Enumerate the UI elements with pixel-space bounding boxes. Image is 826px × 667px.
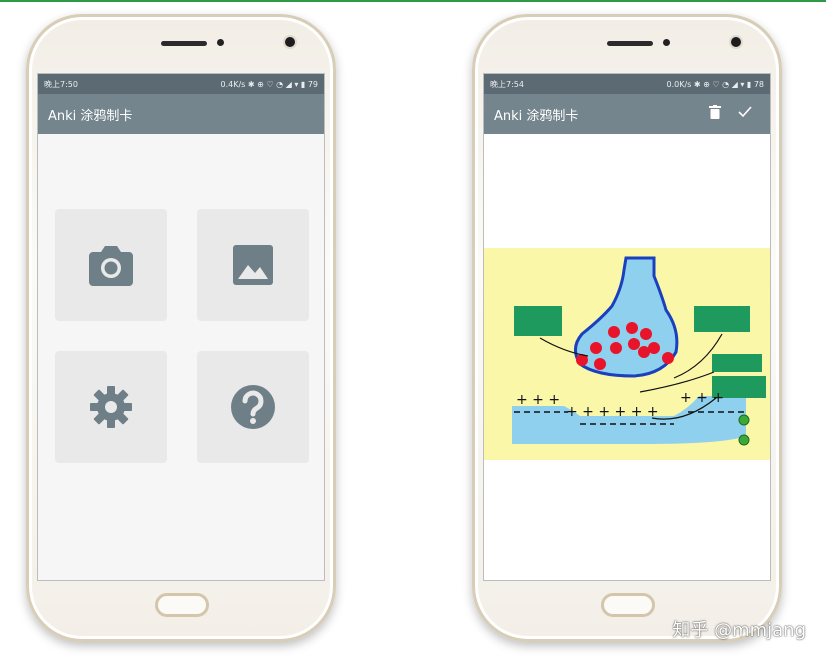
- right-phone: 晚上7:54 0.0K/s ✱ ⊕ ♡ ◔ ◢ ▾ ▮ 78 Anki 涂鸦制卡: [472, 14, 782, 642]
- app-title: Anki 涂鸦制卡: [48, 108, 133, 124]
- speaker-grille: [607, 41, 653, 46]
- image-icon: [233, 245, 273, 285]
- right-charges: + + +: [680, 390, 724, 406]
- status-time: 晚上7:54: [490, 79, 524, 89]
- front-camera-icon: [285, 37, 295, 47]
- camera-icon: [89, 246, 133, 286]
- left-screen: 晚上7:50 0.4K/s ✱ ⊕ ♡ ◔ ◢ ▾ ▮ 79 Anki 涂鸦制卡: [37, 73, 325, 581]
- app-bar: Anki 涂鸦制卡: [38, 94, 324, 134]
- doodle-canvas[interactable]: + + + + + + + + + + + +: [484, 248, 770, 460]
- front-camera-icon: [731, 37, 741, 47]
- synapse-drawing: + + + + + + + + + + + +: [484, 248, 770, 460]
- gallery-tile-button[interactable]: [197, 209, 309, 321]
- status-bar: 晚上7:54 0.0K/s ✱ ⊕ ♡ ◔ ◢ ▾ ▮ 78: [484, 74, 770, 94]
- status-time: 晚上7:50: [44, 79, 78, 89]
- app-title: Anki 涂鸦制卡: [494, 108, 579, 124]
- left-phone: 晚上7:50 0.4K/s ✱ ⊕ ♡ ◔ ◢ ▾ ▮ 79 Anki 涂鸦制卡: [26, 14, 336, 642]
- help-icon: [231, 385, 275, 429]
- delete-icon: [709, 105, 721, 119]
- confirm-button[interactable]: [730, 106, 760, 122]
- label-box-2: [694, 306, 750, 332]
- home-button[interactable]: [601, 593, 655, 617]
- proximity-sensor: [663, 39, 670, 46]
- label-box-3: [712, 354, 762, 372]
- watermark: 知乎 @mmjang: [672, 620, 806, 641]
- delete-button[interactable]: [700, 105, 730, 123]
- proximity-sensor: [217, 39, 224, 46]
- status-bar: 晚上7:50 0.4K/s ✱ ⊕ ♡ ◔ ◢ ▾ ▮ 79: [38, 74, 324, 94]
- gear-icon: [90, 386, 132, 428]
- check-icon: [738, 106, 752, 118]
- help-tile-button[interactable]: [197, 351, 309, 463]
- app-bar: Anki 涂鸦制卡: [484, 94, 770, 134]
- camera-tile-button[interactable]: [55, 209, 167, 321]
- mid-charges: + + + + + +: [566, 404, 659, 420]
- speaker-grille: [161, 41, 207, 46]
- right-screen: 晚上7:54 0.0K/s ✱ ⊕ ♡ ◔ ◢ ▾ ▮ 78 Anki 涂鸦制卡: [483, 73, 771, 581]
- status-indicators: 0.4K/s ✱ ⊕ ♡ ◔ ◢ ▾ ▮ 79: [220, 79, 318, 89]
- top-charges: + + +: [516, 392, 560, 408]
- top-accent-line: [0, 0, 826, 2]
- status-indicators: 0.0K/s ✱ ⊕ ♡ ◔ ◢ ▾ ▮ 78: [666, 79, 764, 89]
- label-box-1: [514, 306, 562, 336]
- home-button[interactable]: [155, 593, 209, 617]
- settings-tile-button[interactable]: [55, 351, 167, 463]
